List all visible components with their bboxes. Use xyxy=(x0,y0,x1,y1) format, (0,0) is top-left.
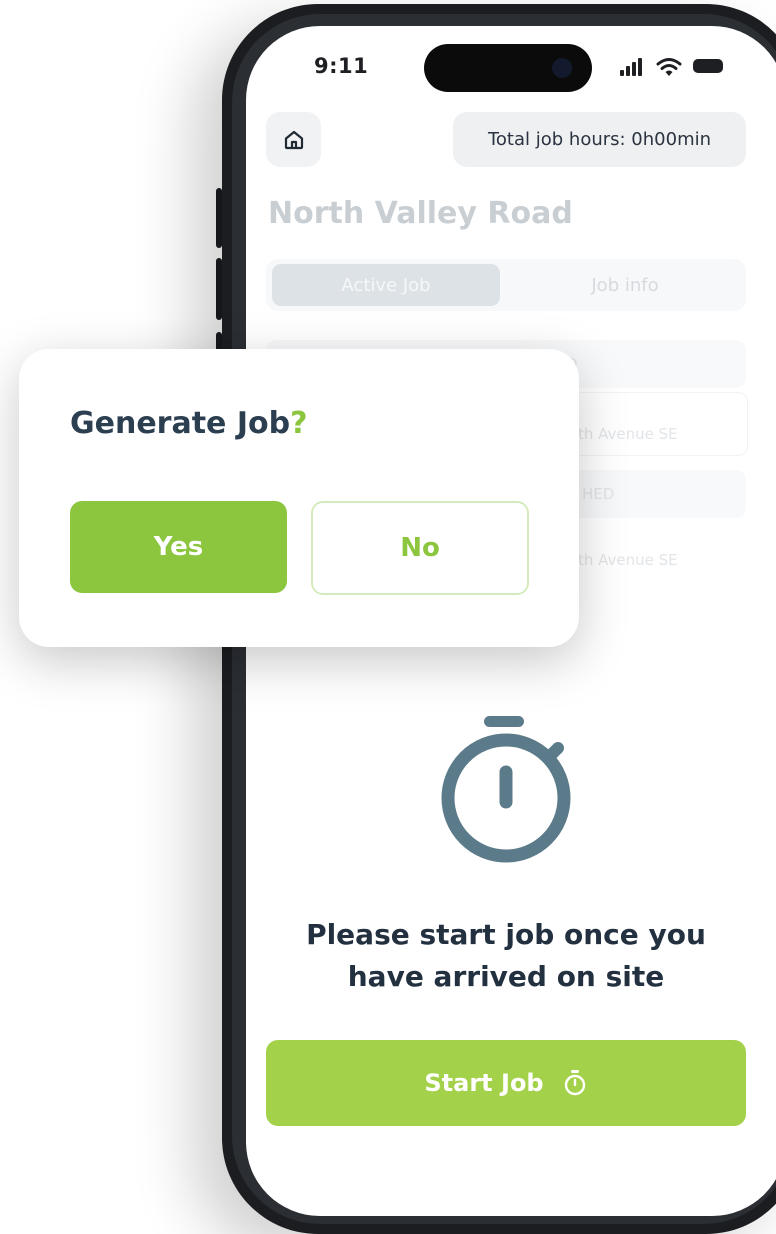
generate-job-dialog: Generate Job? Yes No xyxy=(19,349,579,647)
front-camera xyxy=(552,58,572,78)
dialog-title: Generate Job? xyxy=(70,406,308,441)
tab-job-info[interactable]: Job info xyxy=(512,264,738,306)
home-icon xyxy=(284,130,303,149)
dialog-title-question-mark: ? xyxy=(290,406,308,441)
job-row-status: HED xyxy=(582,485,615,503)
start-job-button[interactable]: Start Job xyxy=(266,1040,746,1126)
tab-bar: Active Job Job info xyxy=(266,259,746,311)
total-job-hours: Total job hours: 0h00min xyxy=(453,112,746,167)
job-row-address: th Avenue SE xyxy=(578,551,678,569)
start-job-message: Please start job once you have arrived o… xyxy=(306,918,706,993)
tab-active-job[interactable]: Active Job xyxy=(272,264,500,306)
job-row-address: th Avenue SE xyxy=(578,425,678,443)
stopwatch-icon xyxy=(441,716,571,863)
side-button-volume-up xyxy=(216,258,222,320)
wifi-icon xyxy=(656,58,682,76)
dialog-title-text: Generate Job xyxy=(70,406,291,441)
no-button[interactable]: No xyxy=(311,501,529,595)
signal-icon xyxy=(620,56,646,80)
status-time: 9:11 xyxy=(314,54,369,78)
battery-icon xyxy=(693,59,723,73)
side-button-action xyxy=(216,188,222,248)
yes-button[interactable]: Yes xyxy=(70,501,287,593)
status-icons xyxy=(620,56,730,80)
start-job-label: Start Job xyxy=(424,1069,544,1097)
page-title: North Valley Road xyxy=(268,196,573,231)
home-button[interactable] xyxy=(266,112,321,167)
stopwatch-icon xyxy=(564,1070,585,1096)
